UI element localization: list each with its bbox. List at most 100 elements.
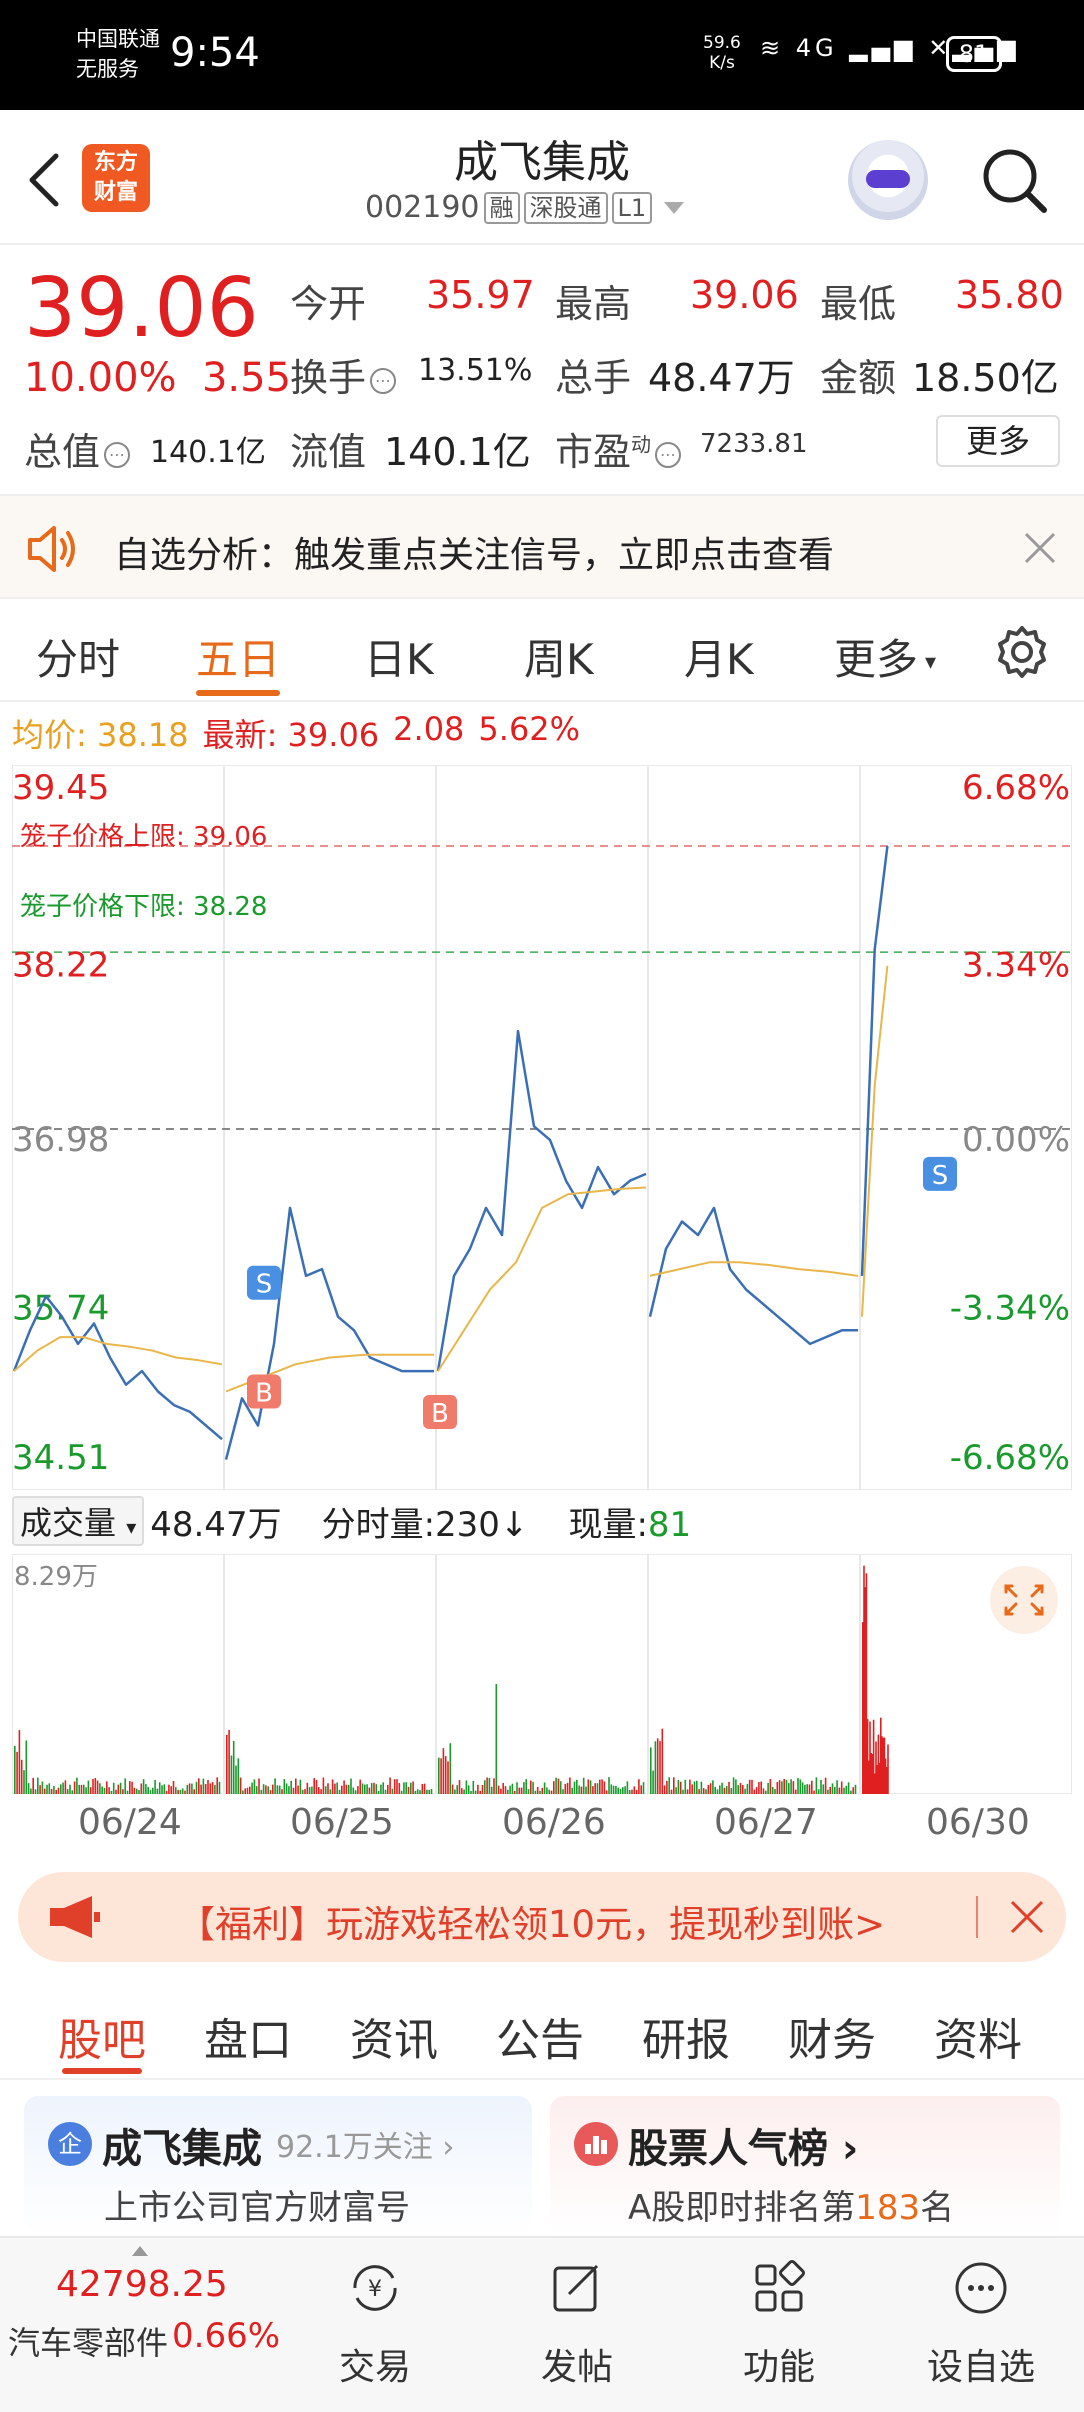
price-line (860, 845, 889, 1276)
nav-functions[interactable]: 功能 (704, 2258, 854, 2390)
volume-bar (110, 1790, 113, 1794)
volume-bar (428, 1789, 430, 1794)
volume-bar (285, 1783, 288, 1794)
volume-bar (106, 1781, 108, 1794)
tab-more[interactable]: 更多 ▾ (834, 626, 936, 687)
volume-bar (299, 1779, 302, 1794)
volume-bar (723, 1787, 726, 1794)
volume-bar (518, 1787, 521, 1794)
volume-bar (557, 1778, 560, 1794)
popularity-rank-card[interactable]: 股票人气榜 › A股即时排名第183名 (550, 2096, 1060, 2236)
volume-bar (214, 1784, 216, 1794)
tab-research[interactable]: 研报 (642, 2004, 730, 2068)
info-icon: ⋯ (104, 441, 131, 468)
official-account-card[interactable]: 企 成飞集成 92.1万关注 › 上市公司官方财富号 (24, 2096, 532, 2236)
tab-profile[interactable]: 资料 (934, 2004, 1022, 2068)
tab-news[interactable]: 资讯 (350, 2004, 438, 2068)
tab-announcements[interactable]: 公告 (496, 2004, 584, 2068)
volume-bar (633, 1786, 636, 1794)
nav-trade[interactable]: ¥ 交易 (300, 2258, 450, 2390)
tab-weekly-k[interactable]: 周K (524, 626, 594, 687)
high-value: 39.06 (690, 273, 799, 317)
promo-banner[interactable]: 【福利】玩游戏轻松领10元，提现秒到账> (18, 1872, 1066, 1962)
volume-bar (700, 1781, 703, 1794)
tab-finance[interactable]: 财务 (788, 2004, 876, 2068)
margin-tag: 融 (483, 191, 520, 224)
volume-bar (834, 1787, 836, 1794)
close-icon[interactable] (1022, 530, 1058, 566)
volume-bar (742, 1784, 744, 1794)
volume-bar (753, 1789, 756, 1794)
volume-bar (470, 1790, 472, 1794)
volume-bar (85, 1787, 87, 1794)
volume-bar (555, 1777, 557, 1794)
date-label: 06/27 (714, 1802, 818, 1843)
volume-bar (407, 1786, 410, 1794)
float-label: 流值 (290, 430, 367, 474)
cage-upper-label: 笼子价格上限: 39.06 (20, 822, 267, 852)
enterprise-icon: 企 (48, 2122, 92, 2166)
volume-bar (785, 1779, 788, 1794)
pe-label: 市盈动 ⋯ (555, 421, 685, 476)
volume-bar (539, 1790, 541, 1794)
tab-five-day[interactable]: 五日 (196, 626, 280, 687)
volume-bar (619, 1788, 622, 1794)
tab-daily-k[interactable]: 日K (364, 626, 434, 687)
volume-bar (251, 1782, 253, 1794)
close-icon[interactable] (1008, 1898, 1046, 1936)
date-label: 06/30 (926, 1802, 1030, 1843)
expand-icon[interactable] (990, 1566, 1058, 1634)
notice-bar[interactable]: 自选分析：触发重点关注信号，立即点击查看 (0, 494, 1084, 599)
volume-bar (696, 1780, 698, 1794)
volume-bar (573, 1781, 576, 1794)
volume-bar (458, 1780, 461, 1794)
volume-bar (702, 1788, 705, 1794)
tab-orderbook[interactable]: 盘口 (204, 2004, 292, 2068)
volume-bar (714, 1786, 716, 1794)
volume-bar (781, 1781, 783, 1794)
volume-bar (16, 1751, 18, 1794)
volume-bar (135, 1788, 138, 1794)
robot-assistant-icon[interactable] (848, 140, 928, 220)
volume-bar (778, 1780, 781, 1794)
battery-icon: 81 (946, 36, 1008, 72)
nav-add-watchlist[interactable]: 设自选 (906, 2258, 1056, 2390)
volume-bar (525, 1779, 527, 1794)
volume-chart[interactable] (12, 1554, 1072, 1794)
volume-bar (758, 1782, 760, 1794)
volume-bar (207, 1779, 209, 1794)
volume-bar (66, 1789, 69, 1794)
stock-code-row[interactable]: 002190 融 深股通 L1 (365, 190, 685, 225)
more-button[interactable]: 更多 (936, 415, 1060, 467)
volume-bar (283, 1779, 286, 1794)
volume-bar (684, 1779, 687, 1794)
level-tag: L1 (611, 191, 653, 224)
tab-intraday[interactable]: 分时 (36, 626, 120, 687)
volume-bar (281, 1789, 283, 1794)
date-label: 06/24 (78, 1802, 182, 1843)
volume-bar (168, 1784, 170, 1794)
y-tick-left: 38.22 (12, 945, 109, 985)
volume-indicator-select[interactable]: 成交量 ▾ (12, 1496, 145, 1546)
y-tick-right: 3.34% (962, 945, 1070, 985)
volume-bar (815, 1777, 818, 1794)
volume-bar (449, 1743, 452, 1794)
five-day-price-chart[interactable]: 39.4538.2236.9835.7434.516.68%3.34%0.00%… (12, 765, 1072, 1490)
carrier-name: 中国联通 (76, 27, 160, 51)
dropdown-icon[interactable] (664, 201, 685, 214)
gear-icon[interactable] (994, 624, 1050, 680)
volume-bar (419, 1790, 421, 1794)
search-icon[interactable] (980, 146, 1050, 216)
volume-bar (101, 1786, 103, 1794)
volume-bar (813, 1790, 815, 1794)
volume-bar (258, 1778, 260, 1794)
volume-bar (852, 1787, 854, 1794)
volume-bar (315, 1779, 318, 1794)
volume-bar (640, 1785, 642, 1794)
volume-bar (548, 1789, 550, 1794)
tab-monthly-k[interactable]: 月K (684, 626, 754, 687)
tab-guba[interactable]: 股吧 (58, 2004, 146, 2068)
volume-bar (308, 1787, 311, 1794)
nav-post[interactable]: 发帖 (502, 2258, 652, 2390)
volume-bar (165, 1790, 168, 1794)
